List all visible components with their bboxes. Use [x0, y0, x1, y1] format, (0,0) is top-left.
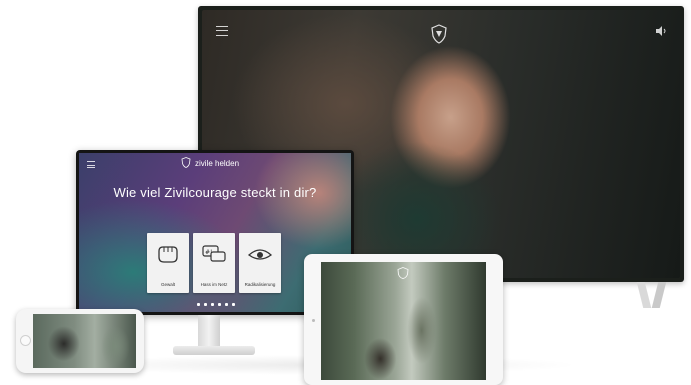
card-label: Gewalt — [160, 282, 175, 287]
chat-bubbles-icon: #! — [202, 245, 226, 262]
card-radikalisierung[interactable]: Radikalisierung — [239, 233, 281, 293]
card-label: Radikalisierung — [244, 282, 276, 287]
phone-home-button — [20, 335, 31, 346]
svg-text:#!: #! — [205, 249, 212, 256]
phone-device — [16, 309, 144, 373]
share-icon[interactable] — [232, 303, 235, 306]
speaker-icon[interactable] — [655, 26, 667, 36]
site-logo-text[interactable]: zivile helden — [195, 159, 239, 168]
tablet-screen-video[interactable] — [321, 262, 486, 380]
shield-logo-icon — [397, 267, 409, 279]
shield-logo-icon — [181, 157, 191, 168]
page-title: Wie viel Zivilcourage steckt in dir? — [113, 185, 317, 200]
mail-icon[interactable] — [225, 303, 228, 306]
youtube-icon[interactable] — [218, 303, 221, 306]
social-links — [197, 303, 235, 306]
fist-icon — [158, 246, 178, 263]
tv-stand-right — [651, 282, 667, 308]
hamburger-icon[interactable] — [216, 26, 228, 36]
twitter-icon[interactable] — [204, 303, 207, 306]
instagram-icon[interactable] — [211, 303, 214, 306]
shield-logo-icon — [431, 24, 447, 44]
tv-stand-left — [636, 282, 652, 308]
hamburger-icon[interactable] — [87, 161, 95, 168]
phone-screen-video[interactable] — [33, 314, 136, 368]
card-label: Hass im Netz — [200, 282, 228, 287]
tablet-device — [304, 254, 503, 385]
card-gewalt[interactable]: Gewalt — [147, 233, 189, 293]
monitor-base — [173, 346, 255, 355]
facebook-icon[interactable] — [197, 303, 200, 306]
eye-icon — [247, 249, 273, 260]
card-hass-im-netz[interactable]: #! Hass im Netz — [193, 233, 235, 293]
tablet-camera — [312, 319, 315, 322]
monitor-stand — [198, 315, 220, 349]
